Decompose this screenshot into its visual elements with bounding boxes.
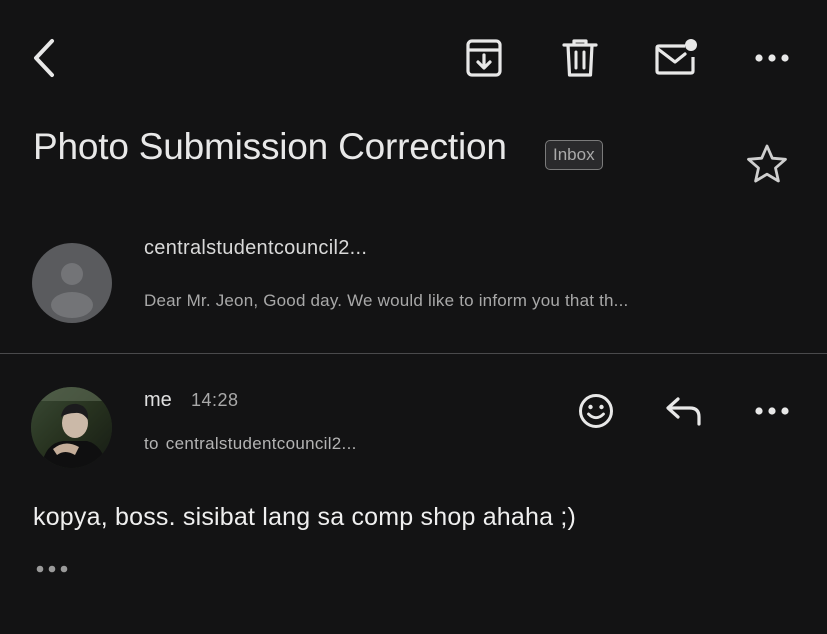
recipient-details[interactable]: to centralstudentcouncil2... (144, 434, 357, 454)
emoji-reaction-icon (579, 394, 613, 428)
message-sender-me: me (144, 389, 172, 411)
emoji-reaction-button[interactable] (574, 389, 618, 433)
archive-button[interactable] (462, 37, 506, 79)
recipient-address: centralstudentcouncil2... (165, 434, 357, 453)
more-horizontal-icon (755, 54, 789, 62)
reply-icon (666, 397, 701, 426)
inbox-label-chip[interactable]: Inbox (545, 140, 603, 170)
message-divider (0, 353, 827, 354)
mail-unread-icon (655, 39, 697, 75)
star-button[interactable] (744, 141, 790, 185)
delete-button[interactable] (558, 36, 602, 80)
mark-unread-button[interactable] (652, 36, 700, 78)
back-button[interactable] (24, 34, 64, 82)
sender-avatar-generic (32, 243, 112, 323)
trash-icon (562, 39, 598, 77)
more-options-button[interactable] (752, 47, 792, 69)
message-timestamp: 14:28 (191, 390, 239, 410)
sender-avatar-photo (31, 387, 112, 468)
thread-subject: Photo Submission Correction (33, 126, 507, 167)
ellipsis-icon (36, 565, 68, 573)
person-placeholder-icon (51, 263, 93, 318)
chevron-left-icon (34, 39, 54, 77)
show-trimmed-content-button[interactable] (34, 560, 70, 578)
reply-button[interactable] (662, 392, 706, 430)
message-sender[interactable]: centralstudentcouncil2... (144, 237, 367, 260)
more-horizontal-icon (755, 407, 789, 415)
archive-icon (466, 39, 502, 77)
to-label: to (144, 434, 159, 453)
profile-photo-icon (31, 387, 112, 468)
star-outline-icon (747, 144, 787, 183)
message-more-button[interactable] (752, 400, 792, 422)
message-body: kopya, boss. sisibat lang sa comp shop a… (33, 503, 577, 531)
message-snippet[interactable]: Dear Mr. Jeon, Good day. We would like t… (144, 291, 628, 311)
